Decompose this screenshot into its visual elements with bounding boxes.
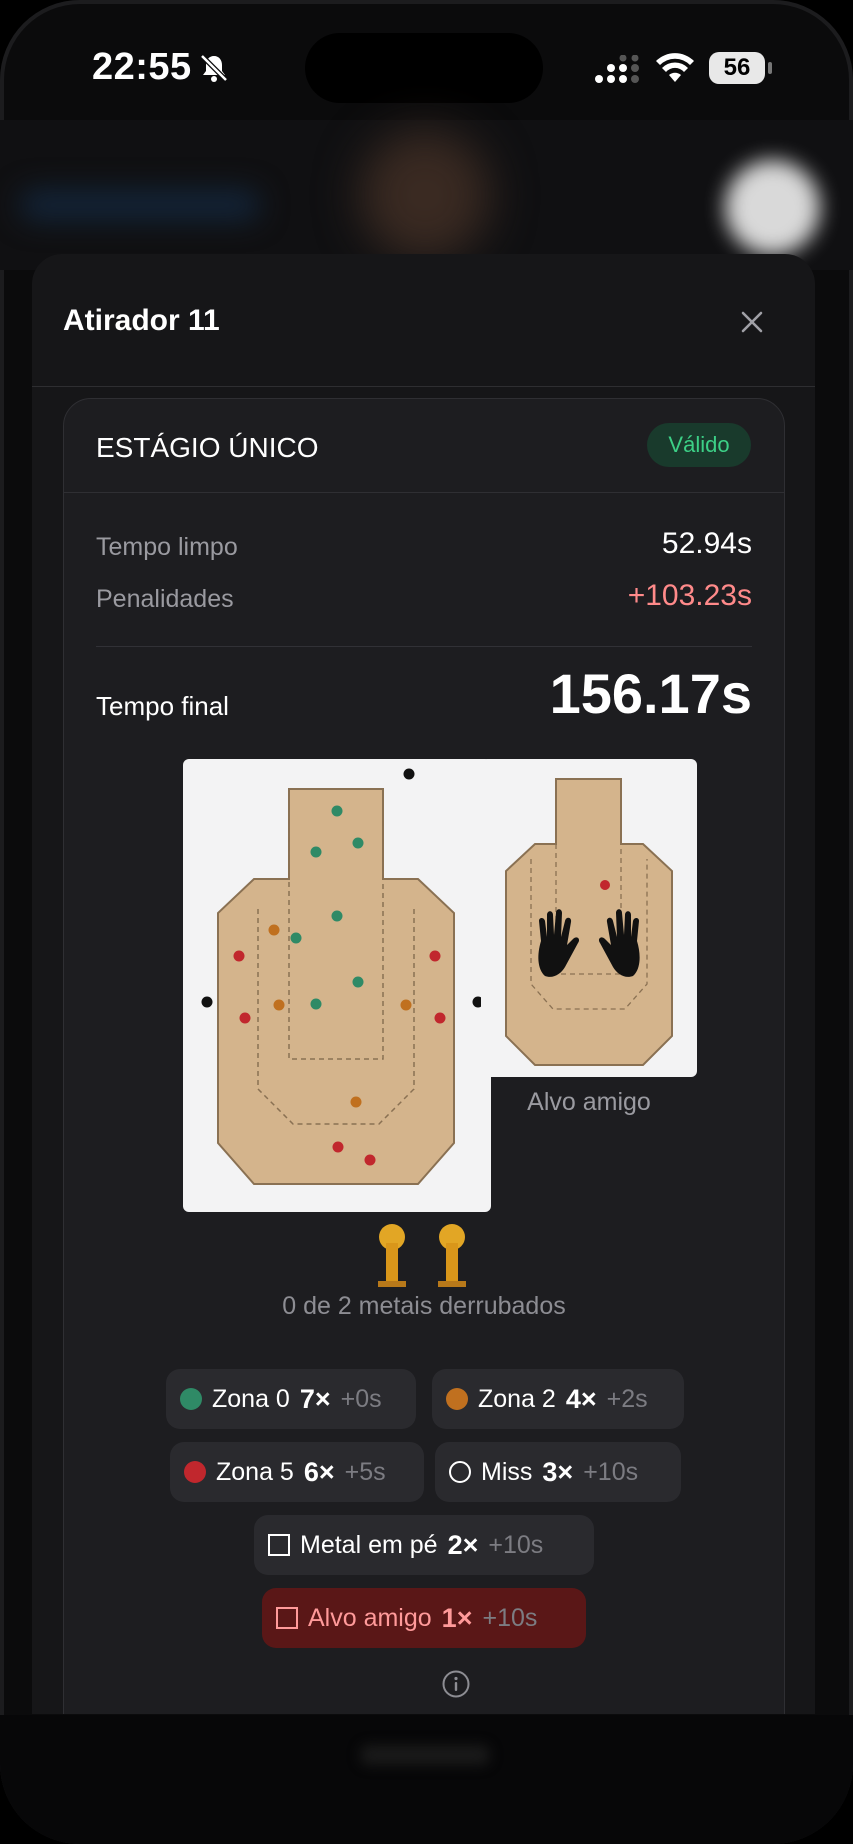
hit-zone-0 <box>331 805 343 817</box>
metals-caption: 0 de 2 metais derrubados <box>282 1292 566 1320</box>
background-blur <box>360 130 490 260</box>
hit-zone-0 <box>310 998 322 1010</box>
close-icon[interactable] <box>732 302 772 342</box>
clean-time-value: 52.94s <box>661 527 752 560</box>
metal-plate-icon <box>378 1224 406 1287</box>
stage-title: ESTÁGIO ÚNICO <box>96 432 319 463</box>
clean-time-label: Tempo limpo <box>96 533 238 561</box>
hit-zone-5 <box>239 1012 251 1024</box>
friendly-target-diagram <box>481 759 697 1077</box>
background-blur <box>20 190 260 220</box>
hit-miss <box>201 996 213 1008</box>
dynamic-island <box>305 33 543 103</box>
friendly-target-caption: Alvo amigo <box>527 1088 651 1116</box>
bell-slash-icon <box>200 54 228 82</box>
penalties-label: Penalidades <box>96 585 234 613</box>
stage-card-header: ESTÁGIO ÚNICO Válido <box>64 399 784 493</box>
final-time-label: Tempo final <box>96 691 229 721</box>
status-time: 22:55 <box>92 46 192 88</box>
signal-icon <box>595 55 639 83</box>
battery-icon: 56 <box>709 52 772 84</box>
hit-zone-5 <box>600 880 610 890</box>
legend-metal-standing: Metal em pé 2× +10s <box>254 1515 594 1575</box>
penalties-value: +103.23s <box>627 579 752 612</box>
stage-card: ESTÁGIO ÚNICO Válido Tempo limpo 52.94s … <box>63 398 785 1714</box>
hit-zone-0 <box>290 932 302 944</box>
zone-2-dot <box>446 1388 468 1410</box>
hit-zone-5 <box>233 950 245 962</box>
zone-5-dot <box>184 1461 206 1483</box>
sheet-header: Atirador 11 <box>32 254 815 387</box>
shooting-target-diagram <box>183 759 491 1212</box>
metal-plates <box>378 1224 466 1287</box>
wifi-icon <box>656 53 694 82</box>
background-tabbar <box>0 1715 853 1844</box>
hit-zone-2 <box>350 1096 362 1108</box>
hit-zone-5 <box>434 1012 446 1024</box>
background-blur <box>725 160 820 255</box>
legend-zone-5: Zona 5 6× +5s <box>170 1442 424 1502</box>
shooter-detail-sheet: Atirador 11 ESTÁGIO ÚNICO Válido Tempo l… <box>32 254 815 1714</box>
sheet-title: Atirador 11 <box>63 304 220 337</box>
hit-zone-5 <box>364 1154 376 1166</box>
legend-zone-0: Zona 0 7× +0s <box>166 1369 416 1429</box>
hit-zone-0 <box>331 910 343 922</box>
info-icon[interactable] <box>441 1669 471 1699</box>
phone-screen: 22:55 56 Atirador 11 ESTÁGIO ÚNICO Válid… <box>0 0 853 1844</box>
legend-miss: Miss 3× +10s <box>435 1442 681 1502</box>
hit-zone-2 <box>400 999 412 1011</box>
hit-zone-0 <box>352 837 364 849</box>
hit-zone-0 <box>310 846 322 858</box>
hit-miss <box>403 768 415 780</box>
hit-zone-2 <box>268 924 280 936</box>
legend-zone-2: Zona 2 4× +2s <box>432 1369 684 1429</box>
square-icon <box>276 1607 298 1629</box>
hit-zone-5 <box>332 1141 344 1153</box>
hit-zone-2 <box>273 999 285 1011</box>
divider <box>96 646 752 647</box>
status-badge: Válido <box>647 423 751 467</box>
final-time-value: 156.17s <box>549 662 752 725</box>
hit-zone-5 <box>429 950 441 962</box>
home-indicator <box>360 1745 490 1765</box>
metal-plate-icon <box>438 1224 466 1287</box>
square-icon <box>268 1534 290 1556</box>
miss-ring-icon <box>449 1461 471 1483</box>
zone-0-dot <box>180 1388 202 1410</box>
hit-zone-0 <box>352 976 364 988</box>
legend-friendly-target: Alvo amigo 1× +10s <box>262 1588 586 1648</box>
